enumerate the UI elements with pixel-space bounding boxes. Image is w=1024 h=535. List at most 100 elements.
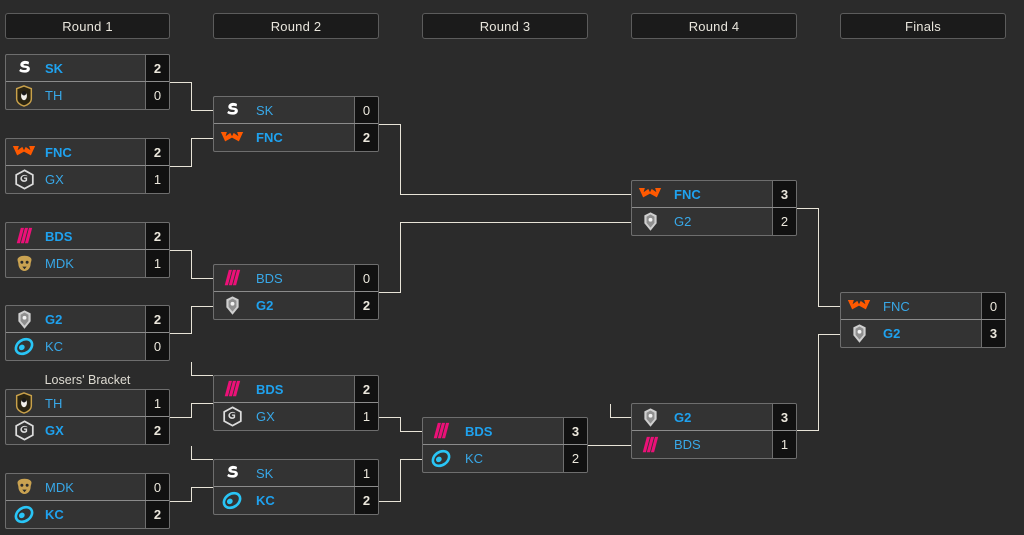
- connector: [400, 194, 631, 195]
- match-lb-r1-m1[interactable]: TH 1 GX 2: [5, 389, 170, 445]
- round-header-2-label: Round 2: [270, 18, 322, 34]
- match-row-bottom[interactable]: G2 3: [841, 320, 1005, 347]
- team-name: TH: [45, 88, 63, 103]
- round-header-1[interactable]: Round 1: [5, 13, 170, 39]
- match-lb-r1-m2[interactable]: MDK 0 KC 2: [5, 473, 170, 529]
- match-row-bottom[interactable]: KC 2: [6, 501, 169, 528]
- team-logo-g2-icon: [217, 292, 247, 319]
- match-row-bottom[interactable]: GX 1: [214, 403, 378, 430]
- match-wb-r1-m2[interactable]: FNC 2 GX 1: [5, 138, 170, 194]
- match-wb-r2-m2[interactable]: BDS 0 G2 2: [213, 264, 379, 320]
- match-wb-r1-m3[interactable]: BDS 2 MDK 1: [5, 222, 170, 278]
- connector: [191, 403, 213, 404]
- round-header-4-label: Round 4: [688, 18, 740, 34]
- match-row-bottom[interactable]: KC 0: [6, 333, 169, 360]
- match-row-bottom[interactable]: GX 1: [6, 166, 169, 193]
- match-row-bottom[interactable]: FNC 2: [214, 124, 378, 151]
- team-score: 2: [354, 292, 378, 319]
- round-header-4[interactable]: Round 4: [631, 13, 797, 39]
- connector: [400, 222, 401, 293]
- connector: [191, 138, 213, 139]
- team-score: 1: [354, 403, 378, 430]
- team-score: 2: [145, 501, 169, 528]
- team-score: 3: [563, 418, 587, 444]
- match-row-top[interactable]: BDS 2: [6, 223, 169, 250]
- team-name: FNC: [45, 144, 72, 160]
- connector: [191, 138, 192, 167]
- match-row-top[interactable]: SK 0: [214, 97, 378, 124]
- match-row-top[interactable]: FNC 0: [841, 293, 1005, 320]
- connector: [818, 334, 840, 335]
- connector: [191, 459, 213, 460]
- match-row-top[interactable]: TH 1: [6, 390, 169, 417]
- team-logo-gx-icon: [217, 403, 247, 430]
- connector: [191, 250, 192, 279]
- team-logo-g2-icon: [635, 208, 665, 235]
- connector: [170, 82, 192, 83]
- match-row-top[interactable]: FNC 2: [6, 139, 169, 166]
- connector: [170, 166, 192, 167]
- team-score: 0: [354, 97, 378, 123]
- connector: [400, 124, 401, 195]
- team-score: 1: [145, 250, 169, 277]
- team-name: G2: [883, 326, 901, 341]
- match-lb-r3-m1[interactable]: BDS 3 KC 2: [422, 417, 588, 473]
- team-score: 3: [772, 404, 796, 430]
- team-logo-fnc-icon: [217, 124, 247, 151]
- team-score: 2: [145, 139, 169, 165]
- match-finals[interactable]: FNC 0 G2 3: [840, 292, 1006, 348]
- team-name: FNC: [883, 298, 910, 314]
- match-row-top[interactable]: SK 1: [214, 460, 378, 487]
- round-header-finals[interactable]: Finals: [840, 13, 1006, 39]
- match-row-bottom[interactable]: MDK 1: [6, 250, 169, 277]
- team-logo-gx-icon: [9, 166, 39, 193]
- match-row-top[interactable]: SK 2: [6, 55, 169, 82]
- team-name: SK: [256, 102, 274, 118]
- match-wb-r3-m1[interactable]: FNC 3 G2 2: [631, 180, 797, 236]
- match-row-top[interactable]: BDS 3: [423, 418, 587, 445]
- team-score: 3: [981, 320, 1005, 347]
- connector: [400, 222, 631, 223]
- team-logo-fnc-icon: [635, 181, 665, 207]
- match-wb-r1-m1[interactable]: SK 2 TH 0: [5, 54, 170, 110]
- team-logo-bds-icon: [426, 418, 456, 444]
- team-name: BDS: [45, 228, 73, 244]
- match-wb-r2-m1[interactable]: SK 0 FNC 2: [213, 96, 379, 152]
- match-row-top[interactable]: FNC 3: [632, 181, 796, 208]
- match-row-bottom[interactable]: KC 2: [423, 445, 587, 472]
- round-header-2[interactable]: Round 2: [213, 13, 379, 39]
- round-header-1-label: Round 1: [62, 18, 113, 34]
- match-row-top[interactable]: G2 3: [632, 404, 796, 431]
- team-name: KC: [45, 507, 64, 522]
- team-name: GX: [45, 423, 64, 438]
- round-header-finals-label: Finals: [905, 18, 941, 34]
- round-header-3[interactable]: Round 3: [422, 13, 588, 39]
- match-row-top[interactable]: BDS 2: [214, 376, 378, 403]
- match-row-top[interactable]: MDK 0: [6, 474, 169, 501]
- team-score: 2: [772, 208, 796, 235]
- team-logo-g2-icon: [635, 404, 665, 430]
- match-lb-r4-m1[interactable]: G2 3 BDS 1: [631, 403, 797, 459]
- match-lb-r2-m1[interactable]: BDS 2 GX 1: [213, 375, 379, 431]
- match-row-bottom[interactable]: KC 2: [214, 487, 378, 514]
- connector: [191, 362, 192, 376]
- connector: [191, 278, 213, 279]
- match-row-bottom[interactable]: G2 2: [214, 292, 378, 319]
- match-row-bottom[interactable]: GX 2: [6, 417, 169, 444]
- team-name: KC: [465, 451, 484, 466]
- team-score: 0: [145, 474, 169, 500]
- team-logo-g2-icon: [9, 306, 39, 332]
- team-name: G2: [45, 311, 63, 327]
- match-wb-r1-m4[interactable]: G2 2 KC 0: [5, 305, 170, 361]
- match-row-top[interactable]: BDS 0: [214, 265, 378, 292]
- connector: [610, 417, 631, 418]
- match-row-bottom[interactable]: TH 0: [6, 82, 169, 109]
- match-row-bottom[interactable]: G2 2: [632, 208, 796, 235]
- match-row-bottom[interactable]: BDS 1: [632, 431, 796, 458]
- team-score: 0: [354, 265, 378, 291]
- team-logo-gx-icon: [9, 417, 39, 444]
- team-name: TH: [45, 395, 63, 411]
- match-row-top[interactable]: G2 2: [6, 306, 169, 333]
- round-header-3-label: Round 3: [479, 18, 531, 34]
- match-lb-r2-m2[interactable]: SK 1 KC 2: [213, 459, 379, 515]
